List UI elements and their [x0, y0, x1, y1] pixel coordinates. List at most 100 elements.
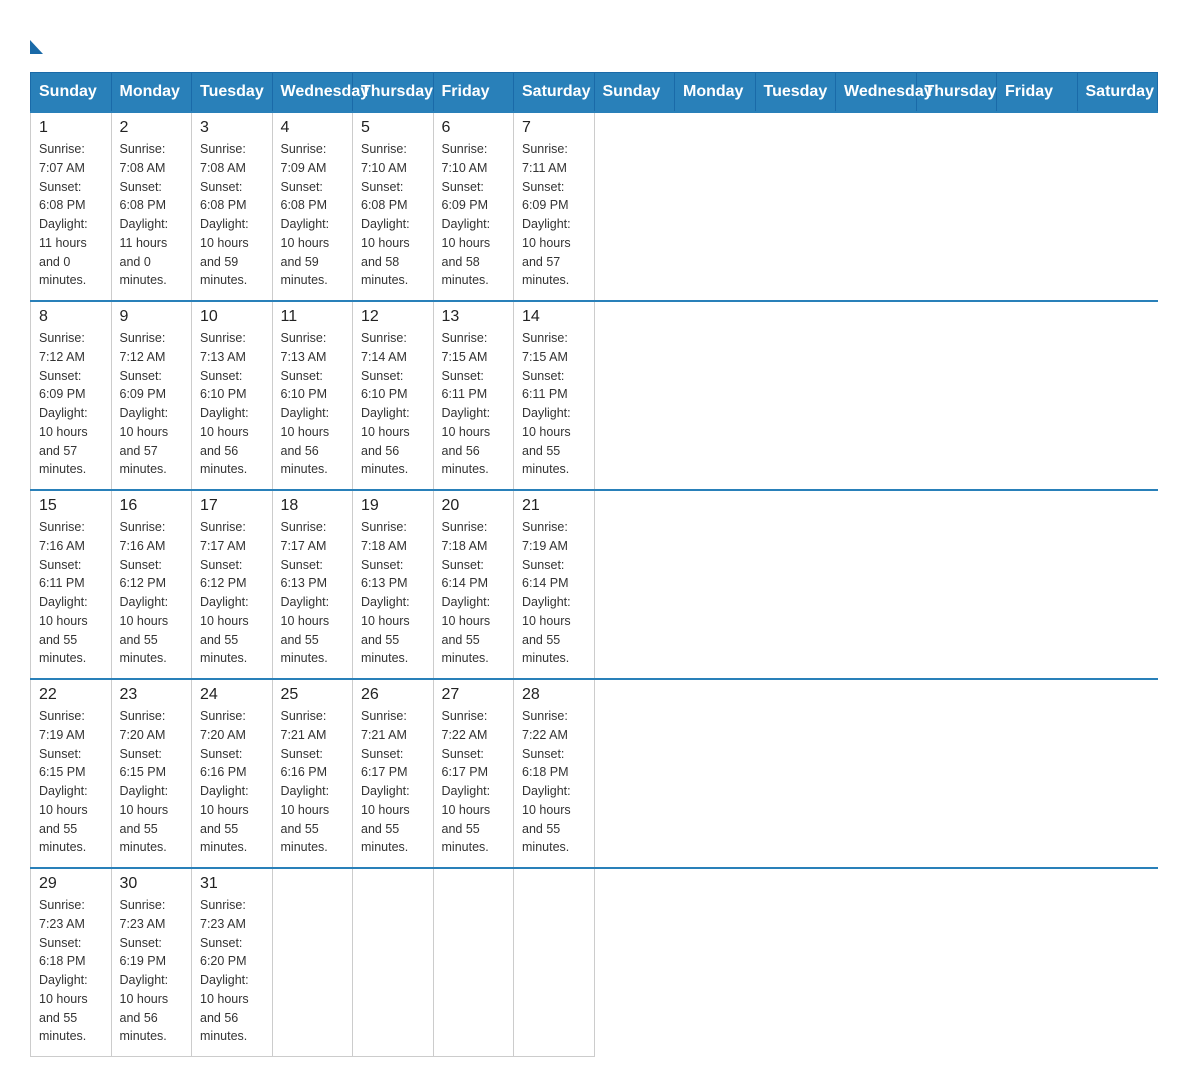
day-info: Sunrise: 7:17 AMSunset: 6:12 PMDaylight:… — [200, 520, 249, 665]
calendar-cell: 24Sunrise: 7:20 AMSunset: 6:16 PMDayligh… — [192, 679, 273, 868]
day-number: 10 — [200, 308, 264, 326]
calendar-cell — [353, 868, 434, 1057]
calendar-cell: 2Sunrise: 7:08 AMSunset: 6:08 PMDaylight… — [111, 112, 192, 301]
calendar-cell — [272, 868, 353, 1057]
day-number: 20 — [442, 497, 506, 515]
calendar-cell: 1 Sunrise: 7:07 AMSunset: 6:08 PMDaylight… — [31, 112, 112, 301]
day-number: 29 — [39, 875, 103, 893]
day-number: 21 — [522, 497, 586, 515]
day-info: Sunrise: 7:18 AMSunset: 6:13 PMDaylight:… — [361, 520, 410, 665]
day-number: 6 — [442, 119, 506, 137]
day-number: 25 — [281, 686, 345, 704]
day-info: Sunrise: 7:10 AMSunset: 6:08 PMDaylight:… — [361, 142, 410, 287]
calendar-week-row: 29 Sunrise: 7:23 AMSunset: 6:18 PMDayligh… — [31, 868, 1158, 1057]
calendar-cell: 10 Sunrise: 7:13 AMSunset: 6:10 PMDayligh… — [192, 301, 273, 490]
calendar-cell: 28 Sunrise: 7:22 AMSunset: 6:18 PMDayligh… — [514, 679, 595, 868]
day-info: Sunrise: 7:21 AMSunset: 6:16 PMDaylight:… — [281, 709, 330, 854]
calendar-cell: 17 Sunrise: 7:17 AMSunset: 6:12 PMDayligh… — [192, 490, 273, 679]
day-number: 14 — [522, 308, 586, 326]
calendar-cell: 19Sunrise: 7:18 AMSunset: 6:13 PMDayligh… — [353, 490, 434, 679]
day-number: 26 — [361, 686, 425, 704]
day-number: 16 — [120, 497, 184, 515]
calendar-cell: 23 Sunrise: 7:20 AMSunset: 6:15 PMDayligh… — [111, 679, 192, 868]
day-info: Sunrise: 7:23 AMSunset: 6:18 PMDaylight:… — [39, 898, 88, 1043]
calendar-cell: 18 Sunrise: 7:17 AMSunset: 6:13 PMDayligh… — [272, 490, 353, 679]
header-wednesday: Wednesday — [836, 73, 917, 113]
day-number: 3 — [200, 119, 264, 137]
day-info: Sunrise: 7:22 AMSunset: 6:18 PMDaylight:… — [522, 709, 571, 854]
day-number: 30 — [120, 875, 184, 893]
day-info: Sunrise: 7:12 AMSunset: 6:09 PMDaylight:… — [39, 331, 88, 476]
calendar-header-row: SundayMondayTuesdayWednesdayThursdayFrid… — [31, 73, 1158, 113]
day-info: Sunrise: 7:21 AMSunset: 6:17 PMDaylight:… — [361, 709, 410, 854]
calendar-week-row: 8Sunrise: 7:12 AMSunset: 6:09 PMDaylight… — [31, 301, 1158, 490]
day-number: 18 — [281, 497, 345, 515]
day-number: 24 — [200, 686, 264, 704]
header-sunday: Sunday — [594, 73, 675, 113]
header-wednesday: Wednesday — [272, 73, 353, 113]
day-number: 7 — [522, 119, 586, 137]
day-number: 17 — [200, 497, 264, 515]
header-saturday: Saturday — [514, 73, 595, 113]
day-info: Sunrise: 7:19 AMSunset: 6:14 PMDaylight:… — [522, 520, 571, 665]
day-number: 5 — [361, 119, 425, 137]
calendar-cell: 26 Sunrise: 7:21 AMSunset: 6:17 PMDayligh… — [353, 679, 434, 868]
header-sunday: Sunday — [31, 73, 112, 113]
day-info: Sunrise: 7:07 AMSunset: 6:08 PMDaylight:… — [39, 142, 88, 287]
calendar-table: SundayMondayTuesdayWednesdayThursdayFrid… — [30, 72, 1158, 1057]
day-info: Sunrise: 7:17 AMSunset: 6:13 PMDaylight:… — [281, 520, 330, 665]
header-monday: Monday — [111, 73, 192, 113]
day-number: 4 — [281, 119, 345, 137]
logo-icon — [30, 30, 43, 62]
day-info: Sunrise: 7:13 AMSunset: 6:10 PMDaylight:… — [200, 331, 249, 476]
header-friday: Friday — [997, 73, 1078, 113]
day-number: 23 — [120, 686, 184, 704]
day-info: Sunrise: 7:23 AMSunset: 6:20 PMDaylight:… — [200, 898, 249, 1043]
header-tuesday: Tuesday — [755, 73, 836, 113]
day-info: Sunrise: 7:19 AMSunset: 6:15 PMDaylight:… — [39, 709, 88, 854]
calendar-cell: 29 Sunrise: 7:23 AMSunset: 6:18 PMDayligh… — [31, 868, 112, 1057]
calendar-cell: 11 Sunrise: 7:13 AMSunset: 6:10 PMDayligh… — [272, 301, 353, 490]
day-info: Sunrise: 7:08 AMSunset: 6:08 PMDaylight:… — [200, 142, 249, 287]
calendar-cell: 20 Sunrise: 7:18 AMSunset: 6:14 PMDayligh… — [433, 490, 514, 679]
day-info: Sunrise: 7:13 AMSunset: 6:10 PMDaylight:… — [281, 331, 330, 476]
logo — [30, 30, 43, 62]
calendar-cell: 25 Sunrise: 7:21 AMSunset: 6:16 PMDayligh… — [272, 679, 353, 868]
day-info: Sunrise: 7:10 AMSunset: 6:09 PMDaylight:… — [442, 142, 491, 287]
day-info: Sunrise: 7:22 AMSunset: 6:17 PMDaylight:… — [442, 709, 491, 854]
calendar-cell: 15Sunrise: 7:16 AMSunset: 6:11 PMDayligh… — [31, 490, 112, 679]
calendar-week-row: 1 Sunrise: 7:07 AMSunset: 6:08 PMDaylight… — [31, 112, 1158, 301]
calendar-week-row: 22Sunrise: 7:19 AMSunset: 6:15 PMDayligh… — [31, 679, 1158, 868]
day-info: Sunrise: 7:20 AMSunset: 6:15 PMDaylight:… — [120, 709, 169, 854]
day-info: Sunrise: 7:11 AMSunset: 6:09 PMDaylight:… — [522, 142, 571, 287]
header-thursday: Thursday — [353, 73, 434, 113]
calendar-cell: 22Sunrise: 7:19 AMSunset: 6:15 PMDayligh… — [31, 679, 112, 868]
calendar-cell — [514, 868, 595, 1057]
day-number: 2 — [120, 119, 184, 137]
calendar-cell: 4 Sunrise: 7:09 AMSunset: 6:08 PMDaylight… — [272, 112, 353, 301]
calendar-cell: 14 Sunrise: 7:15 AMSunset: 6:11 PMDayligh… — [514, 301, 595, 490]
calendar-cell: 3 Sunrise: 7:08 AMSunset: 6:08 PMDaylight… — [192, 112, 273, 301]
day-number: 28 — [522, 686, 586, 704]
day-number: 11 — [281, 308, 345, 326]
calendar-cell: 12Sunrise: 7:14 AMSunset: 6:10 PMDayligh… — [353, 301, 434, 490]
day-info: Sunrise: 7:16 AMSunset: 6:12 PMDaylight:… — [120, 520, 169, 665]
day-info: Sunrise: 7:18 AMSunset: 6:14 PMDaylight:… — [442, 520, 491, 665]
calendar-cell: 13Sunrise: 7:15 AMSunset: 6:11 PMDayligh… — [433, 301, 514, 490]
day-number: 27 — [442, 686, 506, 704]
day-info: Sunrise: 7:15 AMSunset: 6:11 PMDaylight:… — [522, 331, 571, 476]
header-saturday: Saturday — [1077, 73, 1158, 113]
day-info: Sunrise: 7:09 AMSunset: 6:08 PMDaylight:… — [281, 142, 330, 287]
day-info: Sunrise: 7:15 AMSunset: 6:11 PMDaylight:… — [442, 331, 491, 476]
day-number: 9 — [120, 308, 184, 326]
calendar-cell: 5 Sunrise: 7:10 AMSunset: 6:08 PMDaylight… — [353, 112, 434, 301]
day-info: Sunrise: 7:12 AMSunset: 6:09 PMDaylight:… — [120, 331, 169, 476]
calendar-cell: 16 Sunrise: 7:16 AMSunset: 6:12 PMDayligh… — [111, 490, 192, 679]
day-number: 31 — [200, 875, 264, 893]
day-info: Sunrise: 7:23 AMSunset: 6:19 PMDaylight:… — [120, 898, 169, 1043]
calendar-cell — [433, 868, 514, 1057]
calendar-cell: 7 Sunrise: 7:11 AMSunset: 6:09 PMDaylight… — [514, 112, 595, 301]
day-number: 1 — [39, 119, 103, 137]
day-info: Sunrise: 7:16 AMSunset: 6:11 PMDaylight:… — [39, 520, 88, 665]
header-tuesday: Tuesday — [192, 73, 273, 113]
